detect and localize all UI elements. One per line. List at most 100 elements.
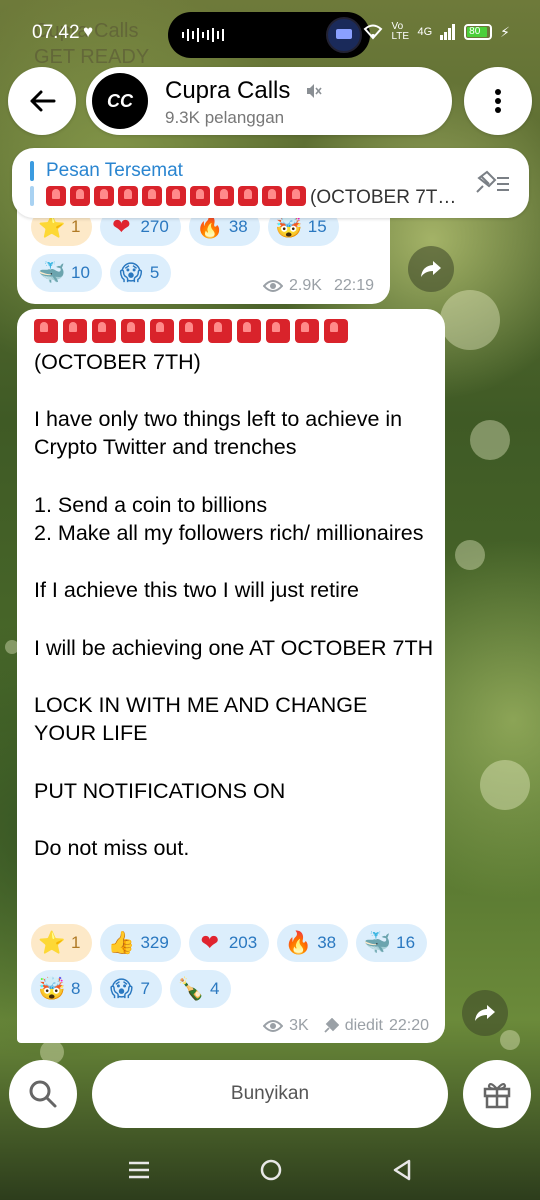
share-button[interactable] — [462, 990, 508, 1036]
status-time: 07.42 — [32, 22, 80, 43]
reaction-chip[interactable]: 🤯 8 — [31, 970, 93, 1008]
siren-emoji — [208, 319, 232, 343]
reaction-chip[interactable]: 👍 329 — [100, 924, 181, 962]
home-icon[interactable] — [260, 1159, 282, 1181]
reaction-emoji-icon: ❤ — [200, 930, 220, 955]
message-time: 22:20 — [388, 1017, 429, 1034]
reaction-chip[interactable]: 🍾 4 — [169, 970, 232, 1008]
message-body: I have only two things left to achieve i… — [34, 406, 434, 860]
reaction-chip[interactable]: 😱 5 — [109, 254, 172, 292]
wifi-icon — [364, 24, 383, 40]
siren-emoji — [214, 186, 234, 206]
share-button[interactable] — [408, 246, 454, 292]
view-count: 2.9K — [289, 277, 322, 294]
gift-icon — [483, 1082, 511, 1109]
reaction-count: 38 — [317, 933, 337, 952]
unmute-button[interactable]: Bunyikan — [92, 1060, 448, 1128]
siren-emojis — [46, 186, 310, 208]
message-text: (OCTOBER 7TH) I have only two things lef… — [34, 319, 434, 862]
siren-emoji — [63, 319, 87, 343]
subscriber-count: 9.3K pelanggan — [165, 108, 285, 127]
reaction-emoji-icon: 🔥 — [284, 930, 312, 955]
reaction-emoji-icon: 👍 — [107, 930, 136, 955]
reaction-count: 15 — [307, 217, 327, 236]
channel-name: Cupra Calls — [165, 77, 291, 104]
search-icon — [29, 1080, 57, 1108]
siren-emoji — [266, 319, 290, 343]
pin-icon — [324, 1018, 339, 1033]
siren-emoji — [46, 186, 66, 206]
more-options-button[interactable] — [464, 67, 532, 135]
siren-emojis — [34, 319, 434, 348]
reaction-chip[interactable]: ❤ 203 — [188, 924, 270, 962]
media-thumbnail — [326, 17, 362, 53]
reaction-count: 203 — [228, 933, 258, 952]
system-navigation-bar — [0, 1140, 540, 1200]
pinned-preview: (OCTOBER 7TH)... — [46, 186, 466, 209]
channel-header[interactable]: CC Cupra Calls 9.3K pelanggan — [86, 67, 452, 135]
reaction-count: 270 — [140, 217, 169, 236]
muted-speaker-icon — [307, 84, 322, 98]
siren-emoji — [118, 186, 138, 206]
gift-button[interactable] — [463, 1060, 531, 1128]
reaction-count: 329 — [140, 933, 169, 952]
reaction-count: 10 — [71, 263, 90, 282]
reaction-chip[interactable]: 🐳 16 — [356, 924, 428, 962]
siren-emoji — [121, 319, 145, 343]
back-nav-icon[interactable] — [392, 1159, 412, 1181]
pinned-indicator — [30, 161, 34, 207]
reaction-count: 1 — [71, 217, 81, 236]
pinned-preview-text: (OCTOBER 7TH)... — [310, 187, 466, 208]
reaction-count: 7 — [140, 979, 150, 998]
eye-icon — [263, 1020, 284, 1032]
reaction-count: 5 — [149, 263, 160, 282]
siren-emoji — [237, 319, 261, 343]
more-vertical-icon — [495, 89, 501, 113]
reaction-count: 8 — [71, 979, 81, 998]
search-button[interactable] — [9, 1060, 77, 1128]
siren-emoji — [150, 319, 174, 343]
siren-emoji — [94, 186, 114, 206]
back-arrow-icon — [30, 90, 56, 112]
previous-message-meta: 2.9K 22:19 — [263, 277, 374, 295]
dynamic-island[interactable] — [168, 12, 370, 58]
share-icon — [421, 261, 441, 277]
network-label: 4G — [417, 26, 433, 38]
siren-emoji — [166, 186, 186, 206]
reaction-chip[interactable]: ⭐ 1 — [31, 924, 93, 962]
edited-label: diedit — [344, 1017, 383, 1034]
pinned-message-bar[interactable]: Pesan Tersemat (OCTOBER 7TH)... — [12, 148, 529, 218]
siren-emoji — [70, 186, 90, 206]
reaction-emoji-icon: 😱 — [110, 976, 133, 1001]
channel-avatar[interactable]: CC — [92, 73, 148, 129]
reaction-emoji-icon: 😱 — [119, 260, 143, 285]
unmute-label: Bunyikan — [230, 1083, 310, 1104]
reaction-emoji-icon: ⭐ — [38, 930, 66, 955]
reaction-chip[interactable]: 😱 7 — [100, 970, 162, 1008]
message-time: 22:19 — [333, 277, 374, 294]
volte-label: Vo LTE — [391, 21, 410, 42]
charging-icon: ⚡ — [500, 23, 510, 40]
reaction-chip[interactable]: 🐳 10 — [31, 254, 102, 292]
pinned-list-icon[interactable] — [473, 170, 511, 196]
recent-apps-icon[interactable] — [128, 1160, 150, 1180]
reaction-emoji-icon: 🐳 — [363, 930, 391, 955]
reaction-emoji-icon: 🤯 — [38, 976, 66, 1001]
siren-emoji — [295, 319, 319, 343]
back-button[interactable] — [8, 67, 76, 135]
reaction-emoji-icon: 🐳 — [38, 260, 66, 285]
siren-emoji — [142, 186, 162, 206]
siren-emoji — [238, 186, 258, 206]
main-message-bubble[interactable]: (OCTOBER 7TH) I have only two things lef… — [17, 309, 445, 1043]
siren-emoji — [190, 186, 210, 206]
reaction-count: 38 — [228, 217, 248, 236]
reaction-count: 4 — [209, 979, 220, 998]
battery-icon: 80 — [464, 24, 493, 40]
siren-emoji — [34, 319, 58, 343]
reaction-chip[interactable]: 🔥 38 — [277, 924, 349, 962]
siren-emoji — [324, 319, 348, 343]
battery-level: 80 — [469, 26, 481, 37]
heart-icon: ♥ — [83, 22, 94, 41]
audio-wave-icon — [182, 27, 224, 43]
share-icon — [475, 1005, 495, 1021]
